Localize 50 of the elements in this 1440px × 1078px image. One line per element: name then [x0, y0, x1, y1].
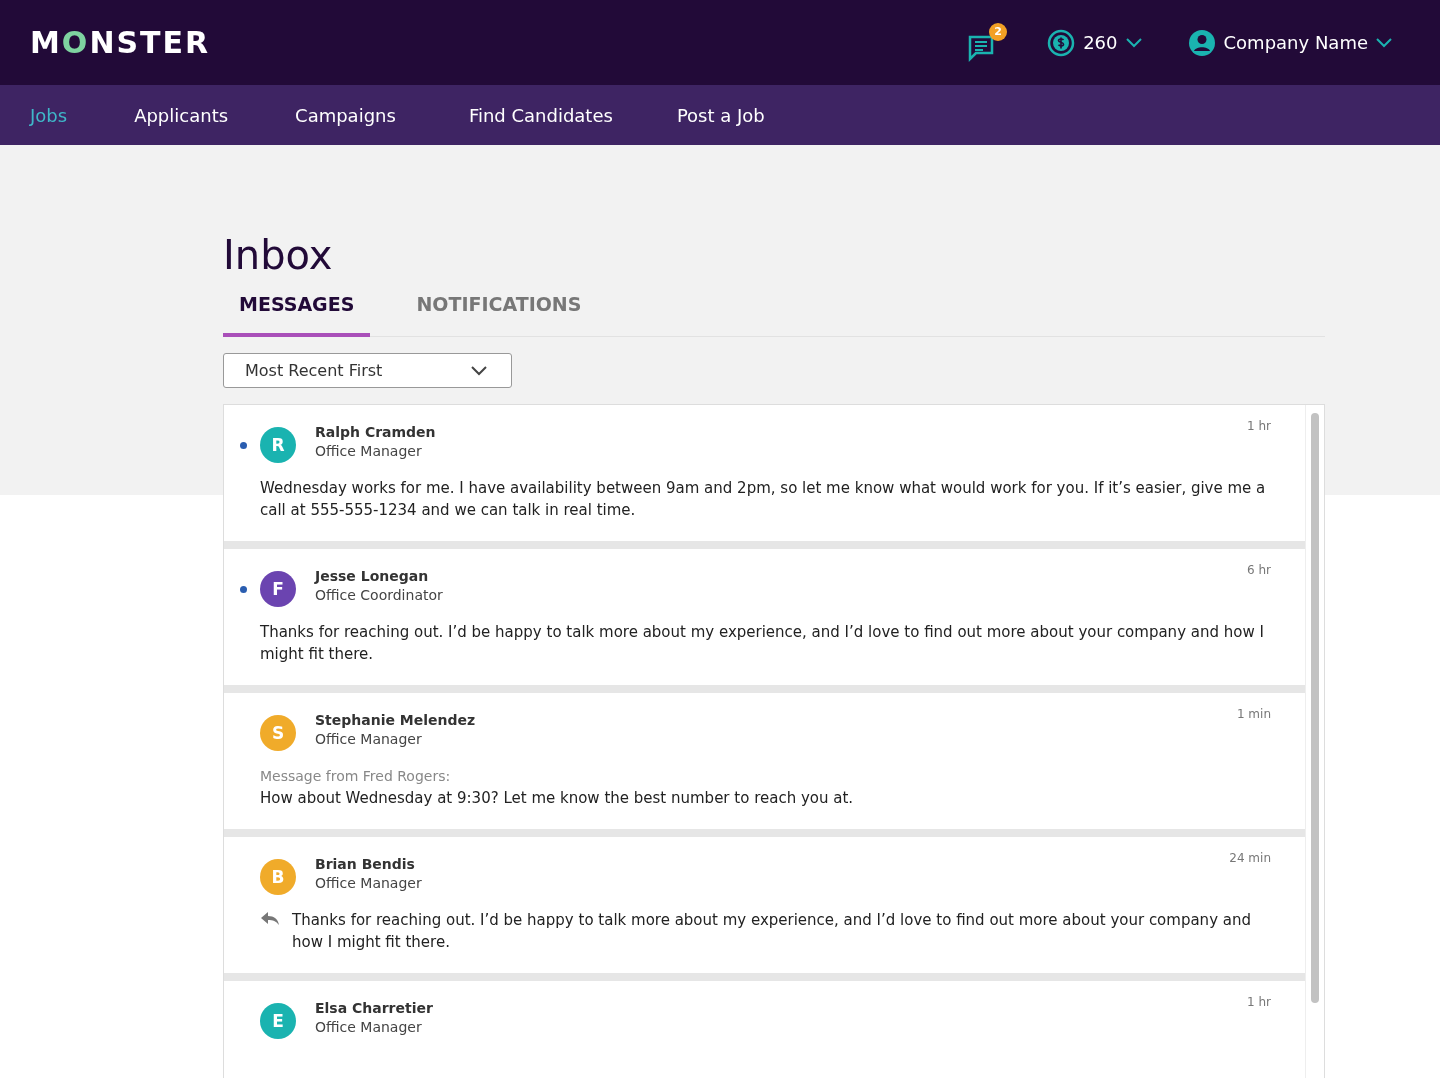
account-button[interactable]: Company Name — [1187, 28, 1392, 57]
nav-link[interactable]: Find Candidates — [468, 104, 613, 126]
sender-role: Office Manager — [315, 730, 423, 747]
message-card[interactable]: S Stephanie Melendez Office Manager 1 min Message from Fred Rogers: How about Wednesday at 9:30? Let me know the best number to reach you at. — [224, 693, 1305, 829]
tab[interactable]: NOTIFICATIONS — [400, 287, 598, 337]
credits-button[interactable]: 260 — [1047, 28, 1142, 57]
message-time: 1 min — [1236, 707, 1271, 721]
sender-name: Ralph Cramden — [315, 423, 437, 440]
message-card[interactable]: F Jesse Lonegan Office Coordinator 6 hr Thanks for reaching out. I’d be happy to talk more about my experience, and I’d love to find out more about your company and how I might fit there. — [224, 549, 1305, 685]
message-time: 1 hr — [1247, 419, 1271, 433]
notification-badge: 2 — [989, 22, 1008, 41]
reply-icon — [260, 911, 280, 927]
nav-link[interactable]: Campaigns — [295, 104, 396, 126]
user-icon — [1187, 28, 1216, 57]
page-title: Inbox — [223, 233, 334, 277]
message-card[interactable] — [224, 405, 1305, 541]
nav-link[interactable]: Applicants — [134, 104, 229, 126]
message-text: Wednesday works for me. I have availability between 9am and 2pm, so let me know what would work for you. If it’s easier, give me a call at 555-555-1234 and we can talk in real time. — [260, 479, 1266, 519]
message-text: Thanks for reaching out. I’d be happy to talk more about my experience, and I’d love to find out more about your company and how I might fit there. — [260, 623, 1264, 663]
message-card[interactable]: E Elsa Charretier Office Manager 1 hr — [224, 981, 1305, 1078]
sender-role: Office Manager — [315, 1018, 423, 1035]
chevron-icon — [471, 365, 487, 376]
avatar: B — [260, 859, 296, 895]
message-text: How about Wednesday at 9:30? Let me know the best number to reach you at. — [260, 788, 855, 809]
nav-link[interactable]: Jobs — [30, 104, 68, 126]
nav-link[interactable]: Post a Job — [676, 104, 765, 126]
message-time: 24 min — [1229, 851, 1271, 865]
sort-dropdown[interactable]: Most Recent First — [223, 353, 512, 388]
avatar: E — [260, 1003, 296, 1039]
sender-name: Jesse Lonegan — [315, 567, 430, 584]
tab[interactable]: MESSAGES — [223, 287, 371, 337]
sender-role: Office Manager — [315, 442, 423, 459]
message-time: 6 hr — [1247, 563, 1271, 577]
logo[interactable]: MONSTER — [30, 25, 211, 60]
sender-role: Office Manager — [315, 874, 423, 891]
coin-icon — [1047, 28, 1076, 57]
message-time: 1 hr — [1247, 995, 1271, 1009]
forwarded-label: Message from Fred Rogers: — [260, 767, 452, 786]
avatar: S — [260, 715, 296, 751]
avatar: F — [260, 571, 296, 607]
scrollbar-thumb[interactable] — [1311, 413, 1319, 1003]
message-card[interactable]: B Brian Bendis Office Manager 24 min Thanks for reaching out. I’d be happy to talk more about my experience, and I’d love to find out more about your company and how I might fit there. — [224, 837, 1305, 973]
sender-name: Elsa Charretier — [315, 999, 434, 1016]
chevron-icon — [1125, 37, 1142, 48]
sender-name: Stephanie Melendez — [315, 711, 477, 728]
sender-role: Office Coordinator — [315, 586, 444, 603]
avatar: R — [260, 427, 296, 463]
message-text: Thanks for reaching out. I’d be happy to talk more about my experience, and I’d love to find out more about your company and how I might fit there. — [292, 910, 1252, 953]
sender-name: Brian Bendis — [315, 855, 416, 872]
chevron-icon — [1376, 37, 1392, 48]
